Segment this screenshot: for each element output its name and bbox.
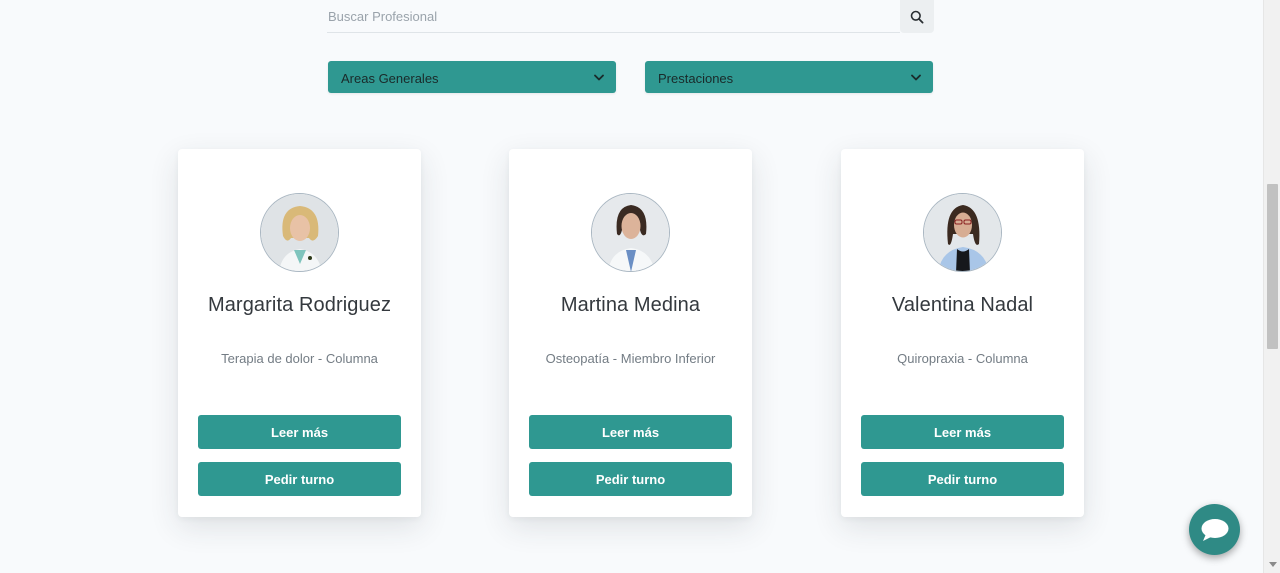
areas-generales-label: Areas Generales <box>341 70 439 86</box>
areas-generales-select[interactable]: Areas Generales <box>328 61 616 93</box>
chevron-down-icon <box>594 74 604 80</box>
professional-card: Valentina Nadal Quiropraxia - Columna Le… <box>841 149 1084 517</box>
professional-name: Margarita Rodriguez <box>207 294 392 316</box>
book-appointment-button[interactable]: Pedir turno <box>198 462 401 496</box>
search-input[interactable] <box>327 0 900 33</box>
chat-button[interactable] <box>1189 504 1240 555</box>
book-appointment-button[interactable]: Pedir turno <box>529 462 732 496</box>
read-more-button[interactable]: Leer más <box>198 415 401 449</box>
professional-card: Margarita Rodriguez Terapia de dolor - C… <box>178 149 421 517</box>
scroll-down-arrow-icon[interactable] <box>1269 562 1277 567</box>
read-more-button[interactable]: Leer más <box>861 415 1064 449</box>
avatar <box>591 193 670 272</box>
avatar <box>923 193 1002 272</box>
chat-bubble-icon <box>1201 518 1228 541</box>
prestaciones-select[interactable]: Prestaciones <box>645 61 933 93</box>
search-bar <box>327 0 934 33</box>
professional-specialty: Terapia de dolor - Columna <box>221 351 378 366</box>
professionals-page: Areas Generales Prestaciones Margarita R… <box>0 0 1280 573</box>
professional-specialty: Quiropraxia - Columna <box>897 351 1028 366</box>
read-more-button[interactable]: Leer más <box>529 415 732 449</box>
professional-name: Martina Medina <box>560 294 701 316</box>
avatar <box>260 193 339 272</box>
chevron-down-icon <box>911 74 921 80</box>
page-scrollbar[interactable] <box>1263 0 1280 573</box>
search-icon <box>910 10 924 24</box>
professional-name: Valentina Nadal <box>891 294 1034 316</box>
book-appointment-button[interactable]: Pedir turno <box>861 462 1064 496</box>
prestaciones-label: Prestaciones <box>658 70 734 86</box>
search-button[interactable] <box>900 0 934 33</box>
scrollbar-thumb[interactable] <box>1267 184 1278 349</box>
professional-specialty: Osteopatía - Miembro Inferior <box>545 351 716 366</box>
professional-card: Martina Medina Osteopatía - Miembro Infe… <box>509 149 752 517</box>
